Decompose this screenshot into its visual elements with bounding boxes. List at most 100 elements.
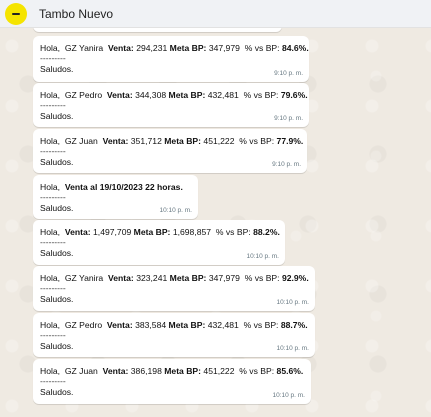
minus-icon [12,12,20,15]
message-time: 10:10 p. m. [246,253,279,260]
venta-value: 1,497,709 [93,227,132,237]
meta-label: Meta BP: [164,366,202,376]
pct-label: % vs BP: [239,366,275,376]
message-time: 10:10 p. m. [159,207,192,214]
pct-label: % vs BP: [244,273,280,283]
pct-value: 88.2%. [253,227,280,237]
previous-message-bubble [33,28,282,32]
message-time: 9:10 p. m. [274,70,303,77]
pct-value: 92.9%. [281,273,309,283]
message-time: 10:10 p. m. [276,345,309,352]
venta-label: Venta: [108,43,134,53]
meta-value: 451,222 [203,366,235,376]
separator-text: --------- [40,53,66,63]
closing-text: Saludos. [40,157,74,167]
venta-label: Venta: [102,136,129,146]
separator-text: --------- [40,100,66,110]
closing-text: Saludos. [40,64,74,74]
venta-value: 344,308 [135,90,167,100]
closing-text: Saludos. [40,387,74,397]
meta-label: Meta BP: [133,227,171,237]
message-line: Hola, GZ Juan Venta: 386,198 Meta BP: 45… [40,365,305,377]
zone-name: GZ Yanira [64,43,104,53]
meta-value: 451,222 [203,136,235,146]
venta-label: Venta: [102,366,129,376]
message-time: 9:10 p. m. [272,161,301,168]
message-line: Hola, GZ Juan Venta: 351,712 Meta BP: 45… [40,135,304,147]
venta-value: 386,198 [130,366,162,376]
separator-text: --------- [40,192,66,202]
meta-label: Meta BP: [168,320,206,330]
meta-value: 1,698,857 [172,227,212,237]
meta-value: 347,979 [208,273,240,283]
pct-label: % vs BP: [243,90,279,100]
greeting-text: Hola, [40,227,61,237]
closing-text: Saludos. [40,341,74,351]
meta-label: Meta BP: [168,90,206,100]
venta-label: Venta: [106,320,133,330]
greeting-text: Hola, [40,90,61,100]
pct-value: 79.6%. [280,90,308,100]
message-line: Hola, GZ Pedro Venta: 383,584 Meta BP: 4… [40,319,309,331]
pct-value: 88.7%. [280,320,308,330]
pct-value: 85.6%. [276,366,304,376]
message-bubble[interactable]: Hola, GZ Juan Venta: 351,712 Meta BP: 45… [33,129,307,173]
venta-value: 383,584 [135,320,167,330]
message-time: 10:10 p. m. [276,299,309,306]
message-time: 9:10 p. m. [274,115,303,122]
message-time: 10:10 p. m. [272,392,305,399]
chat-title[interactable]: Tambo Nuevo [39,7,113,21]
greeting-text: Hola, [40,273,61,283]
venta-label: Venta: [64,227,91,237]
pct-label: % vs BP: [243,320,279,330]
meta-label: Meta BP: [169,43,207,53]
group-avatar[interactable] [5,2,27,25]
message-bubble[interactable]: Hola, GZ Yanira Venta: 323,241 Meta BP: … [33,266,315,311]
greeting-text: Hola, [40,182,61,192]
headline-text: Venta al 19/10/2023 22 horas. [64,182,183,192]
greeting-text: Hola, [40,320,61,330]
message-bubble[interactable]: Hola, Venta al 19/10/2023 22 horas. ----… [33,175,198,219]
message-line: Hola, GZ Pedro Venta: 344,308 Meta BP: 4… [40,89,308,101]
pct-value: 84.6%. [281,43,309,53]
venta-value: 351,712 [130,136,162,146]
pct-label: % vs BP: [215,227,251,237]
meta-label: Meta BP: [169,273,207,283]
separator-text: --------- [40,237,66,247]
venta-value: 294,231 [136,43,168,53]
pct-label: % vs BP: [239,136,275,146]
zone-name: GZ Juan [64,366,98,376]
closing-text: Saludos. [40,294,74,304]
greeting-text: Hola, [40,43,61,53]
message-line: Hola, GZ Yanira Venta: 294,231 Meta BP: … [40,42,309,54]
message-bubble[interactable]: Hola, GZ Yanira Venta: 294,231 Meta BP: … [33,36,309,82]
message-bubble[interactable]: Hola, GZ Pedro Venta: 383,584 Meta BP: 4… [33,313,315,357]
pct-value: 77.9%. [276,136,304,146]
separator-text: --------- [40,330,66,340]
message-line: Hola, GZ Yanira Venta: 323,241 Meta BP: … [40,272,309,284]
meta-value: 432,481 [207,90,239,100]
message-list[interactable]: Hola, GZ Yanira Venta: 294,231 Meta BP: … [0,28,431,417]
zone-name: GZ Pedro [64,90,103,100]
meta-label: Meta BP: [164,136,202,146]
message-bubble[interactable]: Hola, GZ Pedro Venta: 344,308 Meta BP: 4… [33,83,309,127]
venta-label: Venta: [108,273,134,283]
separator-text: --------- [40,283,66,293]
message-bubble[interactable]: Hola, Venta: 1,497,709 Meta BP: 1,698,85… [33,220,285,265]
separator-text: --------- [40,146,66,156]
greeting-text: Hola, [40,136,61,146]
chat-header[interactable]: Tambo Nuevo [0,0,431,28]
meta-value: 347,979 [208,43,240,53]
zone-name: GZ Juan [64,136,98,146]
zone-name: GZ Yanira [64,273,104,283]
separator-text: --------- [40,376,66,386]
pct-label: % vs BP: [244,43,280,53]
zone-name: GZ Pedro [64,320,103,330]
message-bubble[interactable]: Hola, GZ Juan Venta: 386,198 Meta BP: 45… [33,359,311,404]
message-line: Hola, Venta: 1,497,709 Meta BP: 1,698,85… [40,226,280,238]
venta-label: Venta: [106,90,133,100]
closing-text: Saludos. [40,111,74,121]
greeting-text: Hola, [40,366,61,376]
meta-value: 432,481 [207,320,239,330]
closing-text: Saludos. [40,248,74,258]
